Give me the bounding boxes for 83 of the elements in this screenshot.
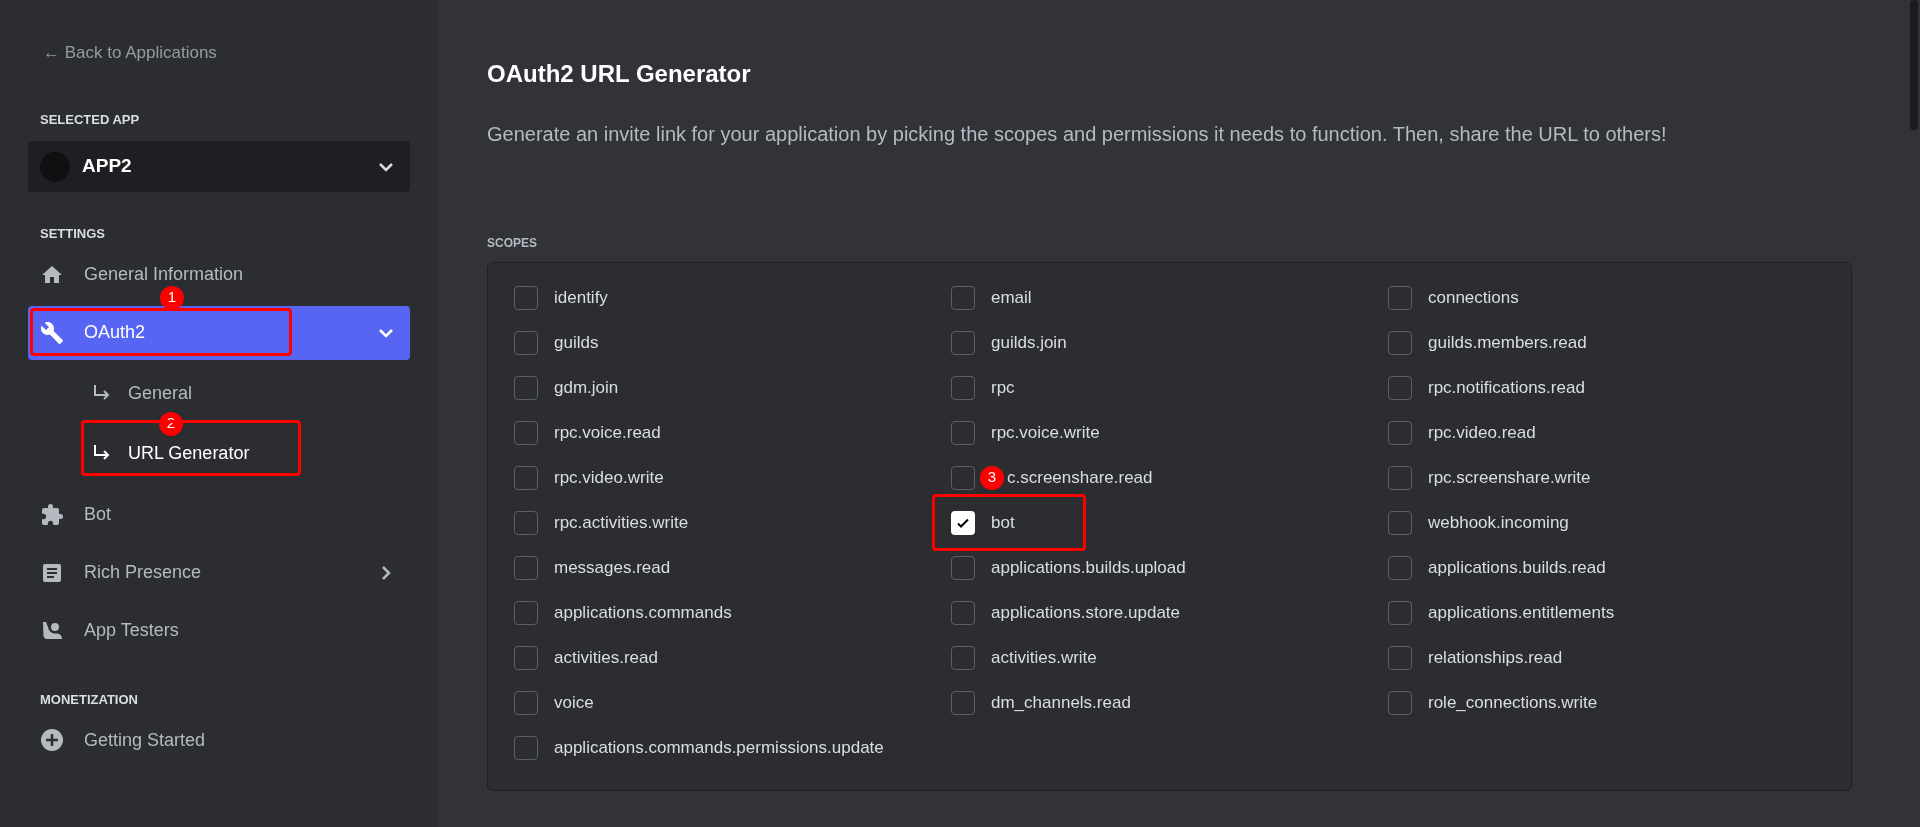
scope-label: guilds [554,331,599,354]
sidebar-subitem[interactable]: URL Generator [90,440,250,467]
section-heading: SETTINGS [39,225,106,243]
scope-label: connections [1428,286,1519,309]
section-heading: MONETIZATION [39,690,139,709]
checkbox[interactable] [514,690,538,715]
scope-label: applications.commands [554,601,732,624]
scope-label: relationships.read [1428,646,1563,669]
sidebar-item[interactable]: General Information [40,261,398,288]
checkbox[interactable] [514,735,538,760]
sidebar-item[interactable]: App Testers [40,617,398,644]
wrench-icon [40,320,64,345]
scope-label: email [991,286,1032,309]
sidebar-subitem[interactable]: General [90,380,193,407]
checkbox[interactable] [951,645,975,670]
scope-label: rpc.notifications.read [1428,376,1585,399]
checkbox[interactable] [1388,645,1412,670]
scope-label: applications.store.update [991,601,1181,624]
chevron-down-icon [378,161,394,172]
checkbox[interactable] [1388,285,1412,310]
scope-label: identify [554,286,608,309]
checkbox[interactable] [1388,420,1412,445]
checkbox[interactable] [514,420,538,445]
app-selector[interactable]: APP2 [28,141,410,192]
scope-label: rpc.video.write [554,466,664,489]
plus-circle-icon [40,728,64,752]
section-heading: SCOPES [487,235,538,252]
checkbox[interactable] [514,375,538,400]
checkbox[interactable] [951,285,975,310]
scope-label: voice [554,691,594,714]
checkbox[interactable] [951,375,975,400]
scope-label: dm_channels.read [991,691,1131,714]
checkbox[interactable] [514,330,538,355]
checkbox[interactable] [1388,600,1412,625]
scope-label: applications.commands.permissions.update [554,736,884,759]
sidebar-item[interactable]: Bot [40,501,398,528]
checkbox[interactable] [514,510,538,535]
scope-label: applications.builds.upload [991,556,1186,579]
scope-label: rpc.voice.write [991,421,1100,444]
scope-label: rpc.activities.write [554,511,689,534]
checkbox[interactable] [951,510,975,535]
scope-label: rpc.screenshare.write [1428,466,1591,489]
annotation-marker: 3 [980,465,1004,490]
checkbox[interactable] [514,465,538,490]
checkbox[interactable] [951,330,975,355]
checkbox[interactable] [951,690,975,715]
checkbox[interactable] [514,645,538,670]
checkbox[interactable] [514,600,538,625]
scope-label: rpc [991,376,1015,399]
checkbox[interactable] [1388,555,1412,580]
scope-label: activities.read [554,646,658,669]
scope-label: rpc.voice.read [554,421,661,444]
checkbox[interactable] [514,555,538,580]
checkbox[interactable] [951,465,975,490]
sidebar-item[interactable]: Rich Presence [40,559,398,586]
page-title: OAuth2 URL Generator [487,59,752,89]
page-description: Generate an invite link for your application by picking the scopes and permissions it needs to function. Then, share the URL to others! [487,122,1668,147]
scope-label: rpc.video.read [1428,421,1536,444]
checkbox[interactable] [951,600,975,625]
scope-label: activities.write [991,646,1097,669]
back-link[interactable]: ← Back to Applications [28,40,410,66]
checkbox[interactable] [1388,330,1412,355]
checkbox[interactable] [951,420,975,445]
scope-label: messages.read [554,556,671,579]
checkbox[interactable] [1388,510,1412,535]
scope-label: applications.builds.read [1428,556,1606,579]
scope-label: c.screenshare.read [1007,466,1153,489]
scope-label: webhook.incoming [1428,511,1569,534]
scope-label: gdm.join [554,376,619,399]
puzzle-icon [40,502,64,527]
section-heading: SELECTED APP [39,110,141,129]
scope-label: guilds.join [991,331,1067,354]
checkbox[interactable] [1388,465,1412,490]
checkbox[interactable] [1388,690,1412,715]
checkbox[interactable] [1388,375,1412,400]
scope-label: applications.entitlements [1428,601,1615,624]
checkbox[interactable] [951,555,975,580]
sidebar-item[interactable]: Getting Started [40,726,398,754]
checkbox[interactable] [514,285,538,310]
scope-label: guilds.members.read [1428,331,1587,354]
scope-label: bot [991,511,1015,534]
annotation-marker: 1 [160,285,184,310]
scope-label: role_connections.write [1428,691,1598,714]
